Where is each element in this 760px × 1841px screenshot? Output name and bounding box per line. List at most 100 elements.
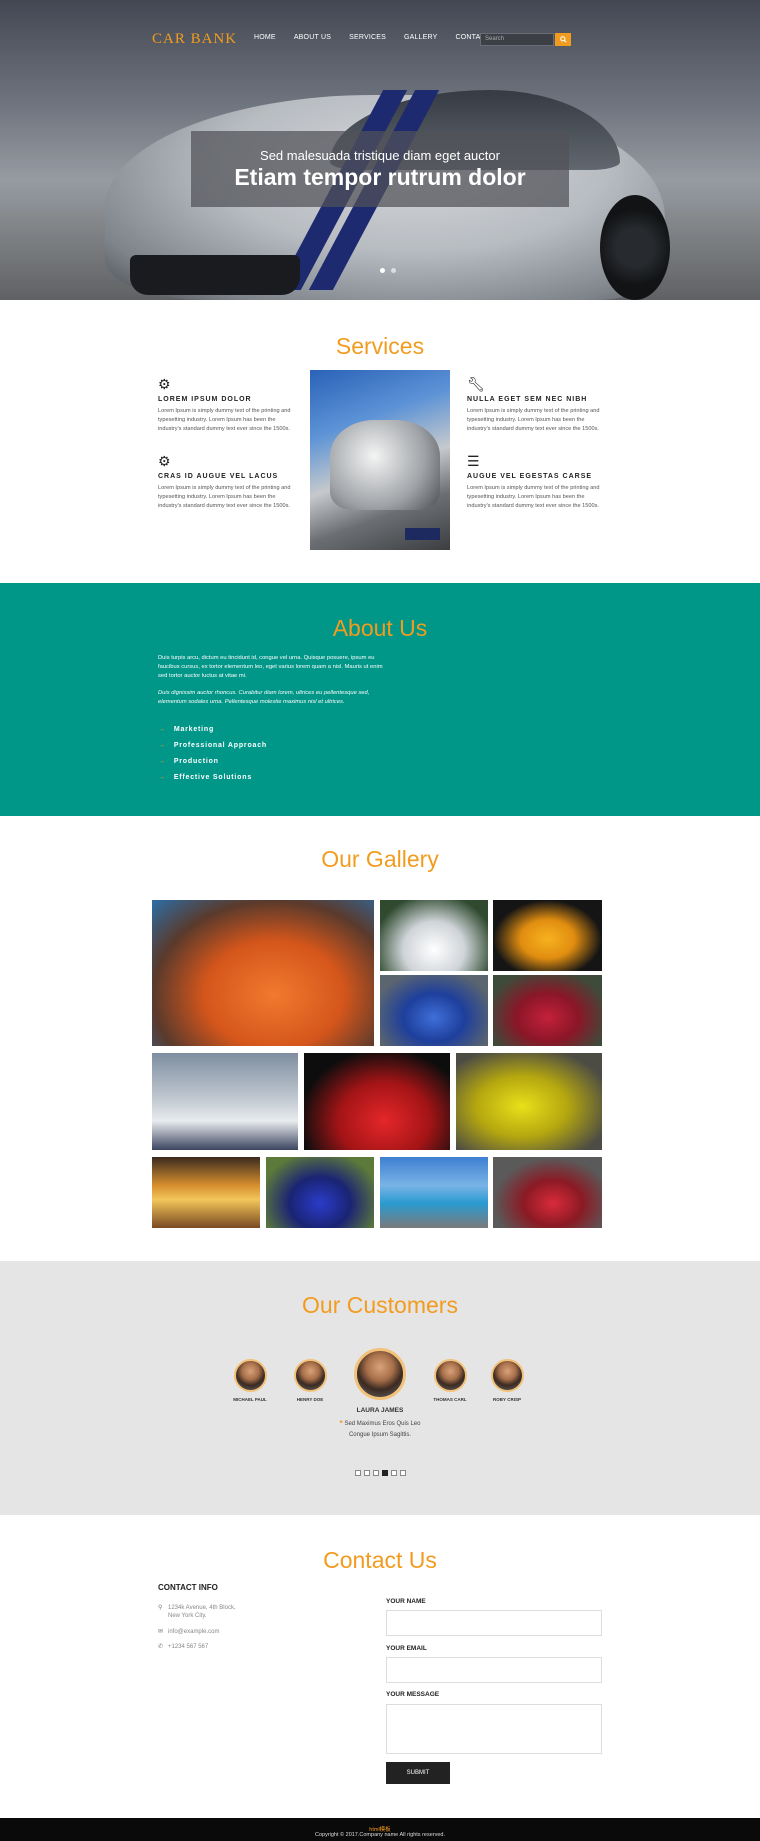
- customer-name: LAURA JAMES: [356, 1407, 404, 1414]
- map-pin-icon: ⚲: [158, 1605, 163, 1611]
- copyright-text: Copyright © 2017.Company name All rights…: [314, 1832, 445, 1838]
- email-label: YOUR EMAIL: [386, 1645, 427, 1652]
- footer: Copyright © 2017.Company name All rights…: [0, 1818, 760, 1841]
- gallery-image[interactable]: [493, 900, 602, 971]
- slider-dot[interactable]: [380, 268, 385, 273]
- gear-icon: ⚙: [158, 376, 171, 392]
- address-line: 1234k Avenue, 4th Block,: [168, 1605, 236, 1611]
- top-nav: CAR BANK HOME ABOUT US SERVICES GALLERY …: [0, 28, 760, 52]
- message-field[interactable]: [386, 1704, 602, 1754]
- gallery-image[interactable]: [493, 975, 602, 1046]
- gallery-image[interactable]: [380, 1157, 488, 1228]
- list-item: → Effective Solutions: [158, 774, 267, 790]
- hero-title: Etiam tempor rutrum dolor: [234, 164, 526, 190]
- about-title: About Us: [332, 615, 428, 641]
- slider-dot[interactable]: [391, 268, 396, 273]
- search-icon: [559, 36, 567, 43]
- main-menu: HOME ABOUT US SERVICES GALLERY CONTACT: [254, 34, 490, 41]
- gears-icon: ⚙: [158, 453, 171, 469]
- service-text: Lorem Ipsum is simply dummy text of the …: [158, 408, 291, 432]
- nav-gallery[interactable]: GALLERY: [404, 34, 438, 41]
- service-heading: LOREM IPSUM DOLOR: [158, 396, 252, 403]
- nav-home[interactable]: HOME: [254, 34, 276, 41]
- customers-title: Our Customers: [302, 1292, 458, 1318]
- nav-about[interactable]: ABOUT US: [294, 34, 331, 41]
- service-heading: AUGUE VEL EGESTAS CARSE: [467, 473, 593, 480]
- gallery-image[interactable]: [152, 900, 374, 1046]
- footer-text: Copyright © 2017.Company name All rights…: [0, 1825, 760, 1838]
- search-input[interactable]: Search: [480, 33, 554, 46]
- address: ⚲ 1234k Avenue, 4th Block,: [158, 1604, 236, 1611]
- arrow-icon: →: [158, 742, 166, 749]
- nav-services[interactable]: SERVICES: [349, 34, 386, 41]
- service-heading: NULLA EGET SEM NEC NIBH: [467, 396, 588, 403]
- testimonial-text: Sed Maximus Eros Quis Leo: [344, 1421, 421, 1427]
- license-plate: [405, 528, 440, 540]
- gallery-image[interactable]: [266, 1157, 374, 1228]
- avatar[interactable]: [434, 1359, 467, 1392]
- submit-button[interactable]: SUBMIT: [386, 1762, 450, 1784]
- envelope-icon: ✉: [158, 1629, 164, 1635]
- service-item: ⚙ LOREM IPSUM DOLOR Lorem Ipsum is simpl…: [158, 376, 293, 434]
- pager-dot[interactable]: [400, 1470, 406, 1476]
- customer-name: MICHAEL PAUL: [233, 1397, 267, 1402]
- list-item: → Professional Approach: [158, 742, 267, 758]
- gallery-image[interactable]: [380, 975, 488, 1046]
- gallery-image[interactable]: [493, 1157, 602, 1228]
- testimonial-pager: [355, 1470, 406, 1476]
- arrow-icon: →: [158, 774, 166, 781]
- pager-dot[interactable]: [364, 1470, 370, 1476]
- testimonial-line: ❝ Sed Maximus Eros Quis Leo: [0, 1420, 760, 1427]
- customer-name: HENRY DOE: [296, 1397, 324, 1402]
- list-item-label: Production: [173, 758, 219, 765]
- about-paragraph: Duis dignissim auctor rhoncus. Curabitur…: [158, 690, 370, 705]
- address-line: New York City.: [168, 1613, 207, 1619]
- server-icon: ☰: [467, 453, 480, 469]
- avatar[interactable]: [491, 1359, 524, 1392]
- about-section: About Us Duis turpis arcu, dictum eu tin…: [0, 583, 760, 816]
- list-item-label: Effective Solutions: [173, 774, 253, 781]
- service-item: 🔧︎ NULLA EGET SEM NEC NIBH Lorem Ipsum i…: [467, 376, 602, 434]
- service-text: Lorem Ipsum is simply dummy text of the …: [467, 408, 600, 432]
- name-label: YOUR NAME: [386, 1598, 426, 1605]
- gallery-image[interactable]: [380, 900, 488, 971]
- list-item: → Production: [158, 758, 267, 774]
- avatar[interactable]: [354, 1348, 406, 1400]
- service-text: Lorem Ipsum is simply dummy text of the …: [467, 485, 600, 509]
- gallery-image[interactable]: [152, 1157, 260, 1228]
- testimonial-line: Congue Ipsum Sagittis.: [348, 1432, 412, 1438]
- list-item-label: Professional Approach: [173, 742, 267, 749]
- services-title: Services: [335, 333, 425, 359]
- name-field[interactable]: [386, 1610, 602, 1636]
- message-label: YOUR MESSAGE: [386, 1691, 440, 1698]
- gallery-image[interactable]: [456, 1053, 602, 1150]
- service-heading: CRAS ID AUGUE VEL LACUS: [158, 473, 279, 480]
- about-list: → Marketing → Professional Approach → Produ…: [158, 726, 267, 790]
- gallery-image[interactable]: [304, 1053, 450, 1150]
- pager-dot[interactable]: [382, 1470, 388, 1476]
- email-field[interactable]: [386, 1657, 602, 1683]
- site-logo[interactable]: CAR BANK: [152, 31, 237, 48]
- service-text: Lorem Ipsum is simply dummy text of the …: [158, 485, 291, 509]
- gallery-title: Our Gallery: [321, 846, 439, 872]
- avatar[interactable]: [234, 1359, 267, 1392]
- email-info: ✉ info@example.com: [158, 1628, 219, 1635]
- phone-info: ✆ +1234 567 567: [158, 1643, 208, 1650]
- about-paragraph: Duis turpis arcu, dictum eu tincidunt id…: [158, 655, 383, 679]
- service-item: ☰ AUGUE VEL EGESTAS CARSE Lorem Ipsum is…: [467, 453, 602, 511]
- contact-info-title: CONTACT INFO: [158, 1583, 218, 1592]
- search-button[interactable]: [555, 33, 571, 46]
- hero-banner: CAR BANK HOME ABOUT US SERVICES GALLERY …: [0, 0, 760, 300]
- pager-dot[interactable]: [391, 1470, 397, 1476]
- arrow-icon: →: [158, 726, 166, 733]
- pager-dot[interactable]: [355, 1470, 361, 1476]
- phone-text: +1234 567 567: [168, 1644, 209, 1650]
- avatar[interactable]: [294, 1359, 327, 1392]
- pager-dot[interactable]: [373, 1470, 379, 1476]
- wrench-icon: 🔧︎: [467, 376, 485, 392]
- gallery-image[interactable]: [152, 1053, 298, 1150]
- email-text[interactable]: info@example.com: [168, 1629, 219, 1635]
- list-item-label: Marketing: [173, 726, 215, 733]
- phone-icon: ✆: [158, 1644, 164, 1650]
- hero-subtitle: Sed malesuada tristique diam eget auctor: [260, 148, 500, 163]
